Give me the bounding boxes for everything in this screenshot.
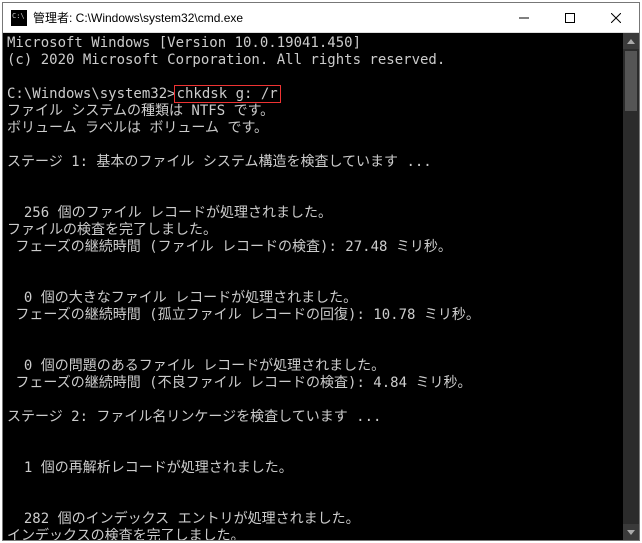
console-line: 282 個のインデックス エントリが処理されました。: [7, 511, 635, 528]
console-line: [7, 188, 635, 205]
console-line: フェーズの継続時間 (孤立ファイル レコードの回復): 10.78 ミリ秒。: [7, 307, 635, 324]
console-line: [7, 477, 635, 494]
console-line: インデックスの検査を完了しました。: [7, 528, 635, 540]
scroll-up-button[interactable]: [623, 33, 639, 49]
window-title: 管理者: C:\Windows\system32\cmd.exe: [33, 9, 501, 26]
prompt: C:\Windows\system32>: [7, 86, 176, 102]
minimize-button[interactable]: [501, 3, 547, 33]
console-line: フェーズの継続時間 (不良ファイル レコードの検査): 4.84 ミリ秒。: [7, 375, 635, 392]
console-line: [7, 69, 635, 86]
scrollbar[interactable]: [623, 33, 639, 540]
console-line: 1 個の再解析レコードが処理されました。: [7, 460, 635, 477]
console-line: ファイル システムの種類は NTFS です。: [7, 103, 635, 120]
console-line: ボリューム ラベルは ボリューム です。: [7, 120, 635, 137]
console-line: [7, 324, 635, 341]
console-line: ステージ 1: 基本のファイル システム構造を検査しています ...: [7, 154, 635, 171]
close-button[interactable]: [593, 3, 639, 33]
scroll-thumb[interactable]: [625, 51, 637, 111]
console-line: ファイルの検査を完了しました。: [7, 222, 635, 239]
chevron-down-icon: [627, 530, 635, 535]
console-line: 0 個の大きなファイル レコードが処理されました。: [7, 290, 635, 307]
console-line: [7, 392, 635, 409]
console-line: [7, 341, 635, 358]
console-line: C:\Windows\system32>chkdsk g: /r: [7, 86, 635, 103]
console-line: [7, 273, 635, 290]
console-line: [7, 256, 635, 273]
maximize-button[interactable]: [547, 3, 593, 33]
highlighted-command: chkdsk g: /r: [174, 85, 281, 103]
console-line: ステージ 2: ファイル名リンケージを検査しています ...: [7, 409, 635, 426]
titlebar[interactable]: 管理者: C:\Windows\system32\cmd.exe: [3, 3, 639, 33]
console-line: Microsoft Windows [Version 10.0.19041.45…: [7, 35, 635, 52]
console-line: 256 個のファイル レコードが処理されました。: [7, 205, 635, 222]
cmd-icon: [11, 10, 27, 26]
console-line: [7, 443, 635, 460]
console-line: フェーズの継続時間 (ファイル レコードの検査): 27.48 ミリ秒。: [7, 239, 635, 256]
console-line: [7, 171, 635, 188]
chevron-up-icon: [627, 39, 635, 44]
console-output[interactable]: Microsoft Windows [Version 10.0.19041.45…: [3, 33, 639, 540]
console-line: (c) 2020 Microsoft Corporation. All righ…: [7, 52, 635, 69]
scroll-down-button[interactable]: [623, 524, 639, 540]
cmd-window: 管理者: C:\Windows\system32\cmd.exe Microso…: [2, 2, 640, 541]
console-line: 0 個の問題のあるファイル レコードが処理されました。: [7, 358, 635, 375]
console-line: [7, 494, 635, 511]
console-line: [7, 137, 635, 154]
console-line: [7, 426, 635, 443]
